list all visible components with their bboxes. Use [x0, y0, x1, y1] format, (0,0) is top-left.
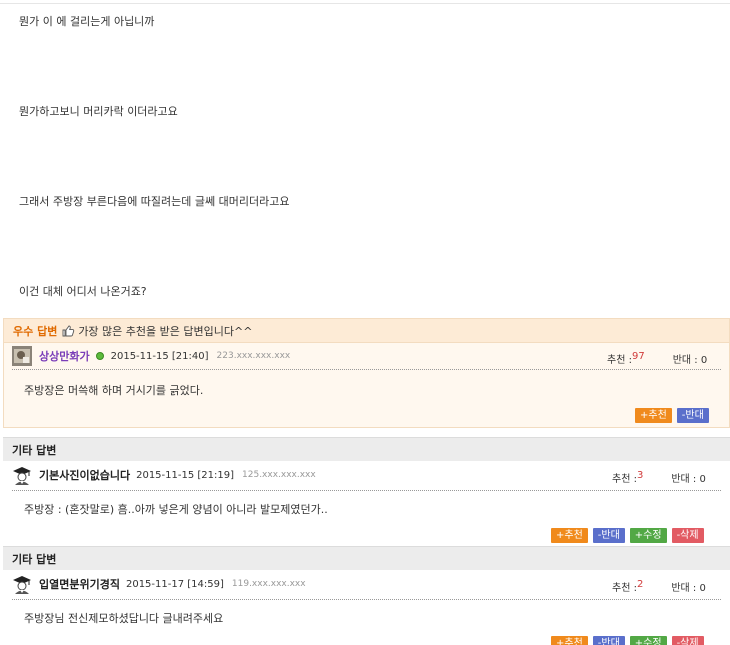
other-answer-header: 기타 답변	[3, 437, 730, 461]
oppose-button[interactable]: -반대	[592, 528, 625, 543]
question-line: 뭔가 이 에 걸리는게 아닙니까	[19, 15, 155, 28]
best-answer-title: 우수 답변	[13, 324, 58, 338]
vote-counts: 추천 : 2 반대 : 0	[612, 579, 706, 594]
other-answer-header: 기타 답변	[3, 546, 730, 570]
oppose-count: 반대 : 0	[672, 355, 708, 366]
answer-body: 주방장은 머쓱해 하며 거시기를 긁었다.	[24, 384, 204, 397]
nickname-link[interactable]: 입열면분위기경직	[39, 576, 120, 592]
dotted-divider	[12, 369, 721, 370]
recommend-button[interactable]: +추천	[551, 636, 588, 645]
vote-counts: 추천 : 3 반대 : 0	[612, 470, 706, 485]
other-answer-buttons: +추천 -반대 +수정 -삭제	[551, 528, 704, 543]
avatar[interactable]	[12, 346, 32, 366]
recommend-button[interactable]: +추천	[635, 408, 672, 423]
oppose-count: 반대 : 0	[671, 583, 706, 594]
recommend-label: 추천 :	[607, 355, 632, 366]
recommend-count: 97	[631, 351, 645, 362]
top-divider	[0, 3, 730, 4]
ip-address: 125.xxx.xxx.xxx	[242, 470, 316, 480]
answer-date: 2015-11-17 [14:59]	[125, 578, 224, 590]
level-dot-icon	[95, 352, 104, 360]
thumbs-up-icon	[62, 325, 75, 336]
question-line: 그래서 주방장 부른다음에 따질려는데 글쎄 대머리더라고요	[19, 195, 290, 208]
recommend-count: 2	[636, 579, 644, 590]
dotted-divider	[12, 490, 721, 491]
best-answer-description: 가장 많은 추천을 받은 답변입니다^^	[78, 324, 253, 338]
best-answer-buttons: +추천 -반대	[635, 408, 709, 423]
answer-body: 주방장 : (혼잣말로) 흠..아까 넣은게 양념이 아니라 발모제였던가..	[24, 503, 328, 516]
vote-counts: 추천 : 97 반대 : 0	[607, 351, 707, 366]
delete-button[interactable]: -삭제	[671, 636, 704, 645]
other-answer-buttons: +추천 -반대 +수정 -삭제	[551, 636, 704, 645]
graduate-icon	[13, 576, 31, 594]
ip-address: 119.xxx.xxx.xxx	[231, 579, 306, 589]
edit-button[interactable]: +수정	[629, 528, 667, 543]
delete-button[interactable]: -삭제	[671, 528, 704, 543]
oppose-button[interactable]: -반대	[592, 636, 625, 645]
answer-date: 2015-11-15 [21:40]	[110, 350, 209, 362]
dotted-divider	[12, 599, 721, 600]
nickname-link[interactable]: 상상만화가	[39, 348, 90, 364]
answer-body: 주방장님 전신제모하셨답니다 글내려주세요	[24, 612, 224, 625]
oppose-count: 반대 : 0	[671, 474, 706, 485]
recommend-count: 3	[636, 470, 644, 481]
best-answer-meta: 상상만화가 2015-11-15 [21:40] 223.xxx.xxx.xxx	[12, 346, 290, 366]
other-answer-meta: 입열면분위기경직 2015-11-17 [14:59] 119.xxx.xxx.…	[12, 574, 306, 594]
answer-date: 2015-11-15 [21:19]	[136, 469, 235, 481]
edit-button[interactable]: +수정	[629, 636, 667, 645]
ip-address: 223.xxx.xxx.xxx	[216, 351, 291, 361]
recommend-button[interactable]: +추천	[551, 528, 588, 543]
nickname-link[interactable]: 기본사진이없습니다	[39, 467, 130, 483]
question-line: 이건 대체 어디서 나온거죠?	[19, 285, 147, 298]
question-line: 뭔가하고보니 머리카락 이더라고요	[19, 105, 178, 118]
oppose-button[interactable]: -반대	[676, 408, 709, 423]
other-answer-meta: 기본사진이없습니다 2015-11-15 [21:19] 125.xxx.xxx…	[12, 465, 316, 485]
recommend-label: 추천 :	[612, 583, 637, 594]
graduate-icon	[13, 467, 31, 485]
best-answer-header: 우수 답변 가장 많은 추천을 받은 답변입니다^^	[4, 319, 729, 343]
recommend-label: 추천 :	[612, 474, 637, 485]
best-answer-box: 우수 답변 가장 많은 추천을 받은 답변입니다^^	[3, 318, 730, 428]
